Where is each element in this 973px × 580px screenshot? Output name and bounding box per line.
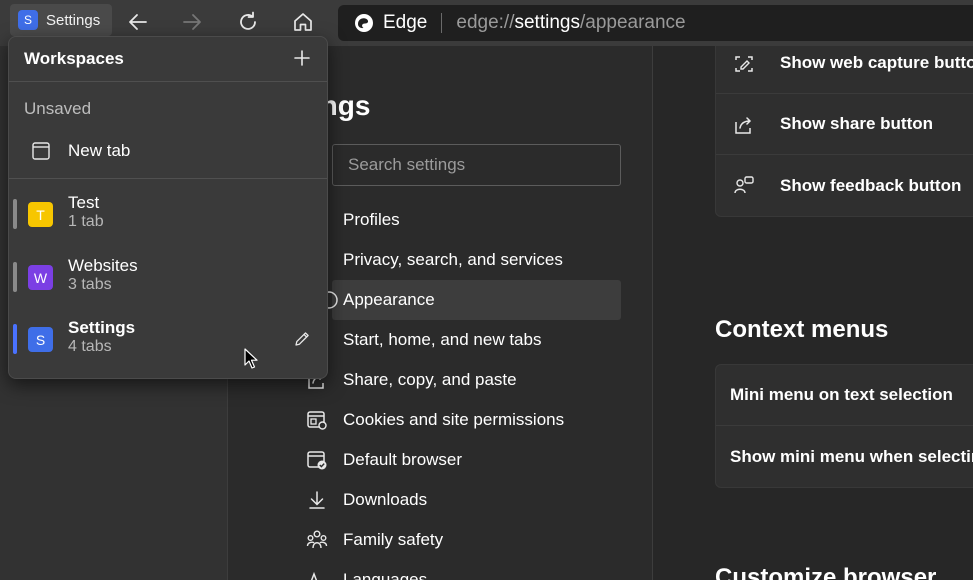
nav-item-label: Family safety — [343, 530, 444, 549]
workspace-indicator — [13, 262, 17, 292]
workspace-tab-count: 4 tabs — [68, 338, 112, 355]
feedback-button-row[interactable]: Show feedback button — [716, 155, 973, 216]
nav-item-downloads[interactable]: Downloads — [309, 480, 621, 520]
flyout-title: Workspaces — [24, 49, 124, 68]
web-capture-row[interactable]: Show web capture button — [716, 46, 973, 94]
mouse-cursor-icon — [244, 348, 258, 369]
nav-item-cookies[interactable]: Cookies and site permissions — [307, 400, 621, 440]
nav-item-label: Share, copy, and paste — [343, 370, 517, 389]
mini-menu-row[interactable]: Mini menu on text selection — [716, 365, 973, 426]
tab-icon — [32, 142, 50, 160]
setting-label: Mini menu on text selection — [730, 385, 953, 404]
edge-label: Edge — [383, 12, 428, 33]
nav-item-label: Privacy, search, and services — [343, 250, 563, 269]
new-tab-label: New tab — [68, 141, 131, 160]
nav-item-start-home[interactable]: Start, home, and new tabs — [332, 320, 621, 360]
nav-item-label: Cookies and site permissions — [343, 410, 565, 429]
nav-item-label: Languages — [343, 570, 428, 580]
web-capture-icon — [735, 56, 753, 72]
setting-label: Show feedback button — [780, 175, 962, 195]
workspace-avatar: W — [28, 265, 53, 290]
arrow-right-icon — [183, 14, 201, 30]
forward-button[interactable] — [176, 6, 208, 38]
plus-icon[interactable] — [291, 47, 313, 69]
search-input[interactable] — [348, 155, 620, 175]
workspaces-button[interactable]: S Settings — [10, 4, 112, 36]
address-separator — [441, 13, 443, 33]
pencil-icon[interactable] — [293, 330, 311, 348]
languages-icon — [310, 571, 318, 580]
flyout-header: Workspaces — [9, 37, 327, 82]
workspaces-flyout: Workspaces Unsaved New tab T Test 1 tab … — [8, 36, 328, 379]
workspace-name: Test — [68, 193, 100, 212]
nav-item-label: Downloads — [343, 490, 428, 509]
workspace-item-test[interactable]: T Test 1 tab — [9, 187, 327, 243]
nav-item-label: Default browser — [343, 450, 463, 469]
toolbar-buttons-card: Show web capture button Show share butto… — [715, 46, 973, 217]
nav-item-default-browser[interactable]: Default browser — [307, 440, 621, 480]
family-icon — [306, 530, 328, 549]
workspace-avatar: S — [28, 327, 53, 352]
nav-item-family-safety[interactable]: Family safety — [306, 520, 621, 560]
nav-item-share-copy[interactable]: Share, copy, and paste — [308, 360, 621, 400]
nav-item-label: Profiles — [343, 210, 400, 229]
back-button[interactable] — [122, 6, 154, 38]
refresh-icon — [240, 11, 256, 30]
refresh-button[interactable] — [232, 6, 264, 38]
new-tab-item[interactable]: New tab — [9, 129, 327, 173]
workspace-avatar: S — [18, 10, 38, 30]
setting-label: Show web capture button — [780, 53, 973, 72]
workspace-tab-count: 3 tabs — [68, 276, 112, 293]
address-bar[interactable]: Edge edge://settings/appearance — [338, 5, 973, 41]
nav-item-languages[interactable]: Languages — [310, 560, 621, 580]
workspace-item-websites[interactable]: W Websites 3 tabs — [9, 250, 327, 306]
settings-content: Show web capture button Show share butto… — [653, 46, 973, 580]
flyout-divider — [9, 178, 327, 179]
url-prefix: edge:// — [456, 12, 515, 33]
cookies-icon — [307, 411, 327, 430]
arrow-left-icon — [129, 14, 147, 30]
nav-item-appearance[interactable]: Appearance — [320, 280, 621, 320]
context-menus-heading: Context menus — [715, 316, 889, 343]
mini-menu-selecting-row[interactable]: Show mini menu when selecting text — [716, 426, 973, 487]
home-button[interactable] — [287, 6, 319, 38]
search-settings-field[interactable] — [332, 144, 621, 186]
url-text: edge://settings/appearance — [456, 12, 685, 34]
nav-item-label: Appearance — [343, 290, 435, 309]
workspace-avatar: T — [28, 202, 53, 227]
edge-logo-icon — [355, 14, 373, 32]
nav-item-profiles[interactable]: Profiles — [332, 200, 621, 240]
workspace-tab-count: 1 tab — [68, 213, 104, 230]
customize-browser-heading: Customize browser — [715, 564, 937, 580]
workspace-item-settings[interactable]: S Settings 4 tabs — [9, 312, 327, 368]
home-icon — [294, 13, 312, 31]
nav-item-privacy[interactable]: Privacy, search, and services — [332, 240, 621, 280]
nav-item-label: Start, home, and new tabs — [343, 330, 542, 349]
url-host: settings — [514, 12, 580, 33]
workspace-name: Websites — [68, 256, 138, 275]
default-browser-icon — [307, 451, 327, 470]
url-path: /appearance — [579, 12, 686, 33]
download-icon — [309, 491, 325, 509]
share-icon — [735, 117, 752, 134]
workspace-indicator — [13, 199, 17, 229]
workspace-name: Settings — [46, 11, 101, 29]
context-menus-card: Mini menu on text selection Show mini me… — [715, 364, 973, 488]
workspace-name: Settings — [68, 318, 136, 337]
unsaved-label: Unsaved — [24, 99, 92, 118]
feedback-icon — [734, 176, 754, 194]
workspace-indicator — [13, 324, 17, 354]
setting-label: Show share button — [780, 114, 933, 133]
share-button-row[interactable]: Show share button — [716, 94, 973, 155]
setting-label: Show mini menu when selecting text — [730, 446, 973, 466]
